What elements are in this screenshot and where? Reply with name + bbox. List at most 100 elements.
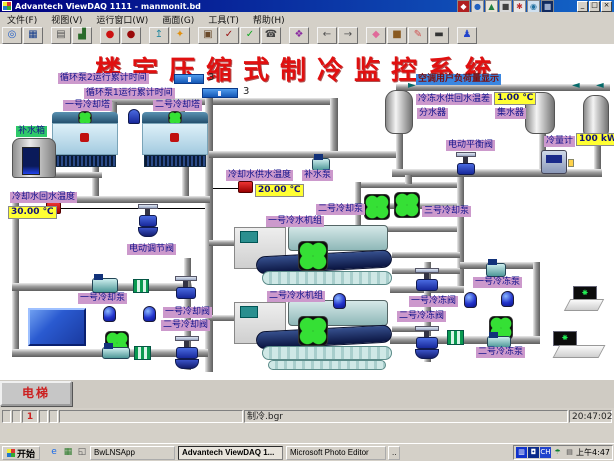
cooling-pump-3-running-icon[interactable] <box>394 192 420 218</box>
cooling-tower-2[interactable] <box>142 112 208 169</box>
flow-arrow-icon: ◄ <box>572 81 580 91</box>
cooling-valve-1[interactable] <box>175 276 197 300</box>
label-temp-diff: 冷冻水供回水温差 <box>416 94 492 105</box>
check-red-icon[interactable]: ✓ <box>219 27 239 44</box>
cooling-valve-2[interactable] <box>175 336 199 374</box>
channels-icon[interactable]: ◱ <box>76 446 88 459</box>
task-button-bwlnsapp[interactable]: BwLNSApp <box>90 446 175 460</box>
scheduler-tray-icon[interactable]: ◘ <box>528 447 539 458</box>
key-icon[interactable]: ✦ <box>170 27 190 44</box>
status-cell <box>49 410 58 423</box>
cooling-pump-1[interactable] <box>92 278 118 293</box>
damper-actuator-icon[interactable] <box>127 107 141 126</box>
upload-icon[interactable]: ↥ <box>149 27 169 44</box>
pipe <box>405 175 412 184</box>
regulating-valve[interactable] <box>138 204 158 244</box>
makeup-water-tank[interactable] <box>12 138 56 178</box>
brush-icon[interactable]: ✎ <box>408 27 428 44</box>
eraser-icon[interactable]: ◆ <box>366 27 386 44</box>
menu-item[interactable]: 工具(T) <box>201 13 246 26</box>
pipe <box>390 336 540 344</box>
flow-switch-icon <box>134 346 151 360</box>
nav-button[interactable]: 电梯 <box>0 381 72 406</box>
label-reg-valve: 电动调节阀 <box>127 244 176 255</box>
status-filler <box>59 410 243 423</box>
alarm-ball-icon[interactable]: ● <box>121 27 141 44</box>
cooling-pump-2-running-icon[interactable] <box>364 194 390 220</box>
pipe <box>396 132 403 172</box>
chiller-2-running-icon <box>298 316 328 346</box>
chilled-valve-2[interactable] <box>415 326 439 364</box>
phone-icon[interactable]: ☎ <box>261 27 281 44</box>
status-lamp <box>103 306 116 322</box>
menu-bar: 文件(F)视图(V)运行窗口(W)画面(G)工具(T)帮助(H) <box>0 12 614 27</box>
counter-value-box[interactable] <box>174 74 204 84</box>
counter-label: 循环泵1运行累计时间 <box>84 88 175 99</box>
palette-icon[interactable]: ❖ <box>289 27 309 44</box>
counter-value-box[interactable] <box>202 88 238 98</box>
fan-status-display[interactable]: ⁕ <box>553 331 577 346</box>
label-cool-pump2: 二号冷却泵 <box>316 204 365 215</box>
cooling-tower-1[interactable] <box>52 112 118 169</box>
taskbar: 开始 e▦◱ BwLNSApp Advantech ViewDAQ 1... M… <box>0 443 614 461</box>
chiller-1[interactable] <box>232 223 396 289</box>
camera-icon[interactable]: ▣ <box>198 27 218 44</box>
desktop-icon[interactable]: ▦ <box>62 446 74 459</box>
chilled-valve-1[interactable] <box>415 268 439 294</box>
energy-meter[interactable] <box>541 150 567 174</box>
chiller-2[interactable] <box>232 298 396 370</box>
status-screen-file: 制冷.bgr <box>244 410 568 423</box>
flow-arrow-icon: ► <box>408 81 416 91</box>
menu-item[interactable]: 文件(F) <box>0 13 44 26</box>
pipe <box>392 169 602 177</box>
minimize-button[interactable]: _ <box>577 1 588 12</box>
person-icon[interactable]: ♟ <box>457 27 477 44</box>
counter-value: 3 <box>208 72 214 83</box>
ie-icon[interactable]: e <box>48 446 60 459</box>
red-ball-icon[interactable]: ● <box>100 27 120 44</box>
menu-item[interactable]: 帮助(H) <box>246 13 292 26</box>
monitor-tray-icon[interactable]: ▥ <box>516 447 527 458</box>
ime-ch-icon[interactable]: CH <box>540 447 551 458</box>
app-icon <box>2 1 12 11</box>
task-button-viewdaq[interactable]: Advantech ViewDAQ 1... <box>178 446 283 460</box>
temp-diff-value[interactable]: 1.00 ℃ <box>494 92 536 105</box>
back-icon[interactable]: ← <box>317 27 337 44</box>
forward-icon[interactable]: → <box>338 27 358 44</box>
print-preview-icon[interactable]: ▤ <box>51 27 71 44</box>
restore-button[interactable]: □ <box>589 1 600 12</box>
chilled-pump-1[interactable] <box>486 263 506 277</box>
film-icon[interactable]: ▬ <box>429 27 449 44</box>
sensor-wire <box>213 188 240 189</box>
assistant-icon[interactable]: ■ <box>387 27 407 44</box>
network-tray-icon[interactable]: ▤ <box>564 447 575 458</box>
menu-item[interactable]: 运行窗口(W) <box>89 13 155 26</box>
flow-switch-icon <box>447 330 464 345</box>
status-cell <box>2 410 11 423</box>
zoom-icon[interactable]: ◎ <box>2 27 22 44</box>
pccillin-tray-icon[interactable]: ☂ <box>552 447 563 458</box>
title-bar[interactable]: Advantech ViewDAQ 1111 - manmonit.bd ◆●▲… <box>0 0 614 12</box>
menu-item[interactable]: 画面(G) <box>155 13 201 26</box>
label-cool-pump3: 三号冷却泵 <box>422 206 471 217</box>
menu-item[interactable]: 视图(V) <box>44 13 89 26</box>
grid-icon[interactable]: ▦ <box>23 27 43 44</box>
status-lamp <box>333 293 346 309</box>
energy-value[interactable]: 100 kWh <box>576 133 614 146</box>
start-button[interactable]: 开始 <box>2 446 40 460</box>
balance-valve[interactable] <box>456 152 476 174</box>
label-chiller2: 二号冷水机组 <box>267 291 325 302</box>
application-window: Advantech ViewDAQ 1111 - manmonit.bd ◆●▲… <box>0 0 614 461</box>
supply-temp-value[interactable]: 20.00 ℃ <box>255 184 304 197</box>
chart-icon[interactable]: ▟ <box>72 27 92 44</box>
fan-status-display[interactable]: ⁕ <box>573 286 597 300</box>
distributor-vessel[interactable] <box>385 90 413 134</box>
pipe <box>330 98 338 158</box>
return-temp-value[interactable]: 30.00 ℃ <box>8 206 57 219</box>
tray-clock[interactable]: 上午4:47 <box>576 447 610 458</box>
task-button-photo-editor[interactable]: Microsoft Photo Editor <box>286 446 386 460</box>
check-green-icon[interactable]: ✓ <box>240 27 260 44</box>
close-button[interactable]: × <box>601 1 612 12</box>
task-overflow-button[interactable]: .. <box>388 446 400 460</box>
system-tray: ▥◘CH☂▤ 上午4:47 <box>513 445 613 460</box>
